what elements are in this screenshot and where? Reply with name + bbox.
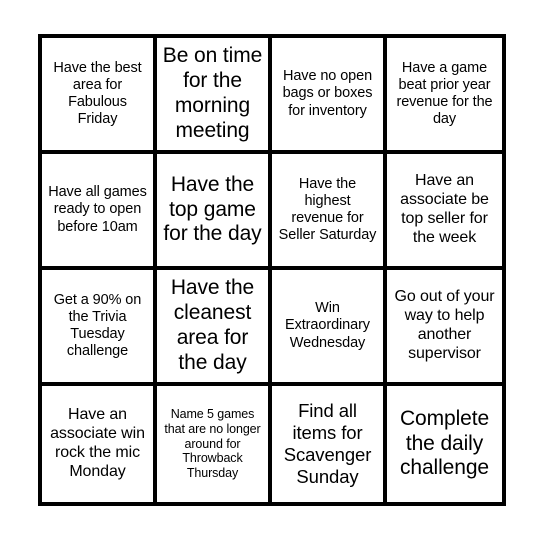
bingo-cell[interactable]: Have an associate be top seller for the … [387,154,502,270]
bingo-cell-text: Go out of your way to help another super… [394,288,495,362]
bingo-cell-text: Have the best area for Fabulous Friday [53,59,142,128]
bingo-card-grid: Have the best area for Fabulous Friday B… [38,34,506,506]
bingo-cell-text: Complete the daily challenge [399,406,490,480]
bingo-cell-text: Win Extraordinary Wednesday [285,300,370,351]
bingo-cell-text: Have the highest revenue for Seller Satu… [278,175,377,244]
bingo-cell-text: Have the top game for the day [163,172,262,246]
bingo-cell[interactable]: Have a game beat prior year revenue for … [387,38,502,154]
bingo-cell[interactable]: Have all games ready to open before 10am [42,154,157,270]
bingo-cell[interactable]: Go out of your way to help another super… [387,270,502,386]
bingo-cell-text: Find all items for Scavenger Sunday [283,400,372,487]
bingo-cell[interactable]: Have the best area for Fabulous Friday [42,38,157,154]
bingo-cell-text: Have an associate win rock the mic Monda… [50,406,145,480]
bingo-cell[interactable]: Complete the daily challenge [387,386,502,502]
bingo-cell-text: Have an associate be top seller for the … [400,172,489,246]
bingo-cell[interactable]: Get a 90% on the Trivia Tuesday challeng… [42,270,157,386]
bingo-cell[interactable]: Have no open bags or boxes for inventory [272,38,387,154]
bingo-cell[interactable]: Have an associate win rock the mic Monda… [42,386,157,502]
bingo-cell-text: Have all games ready to open before 10am [48,184,147,235]
bingo-cell-text: Have a game beat prior year revenue for … [396,59,493,128]
bingo-cell[interactable]: Name 5 games that are no longer around f… [157,386,272,502]
bingo-cell[interactable]: Win Extraordinary Wednesday [272,270,387,386]
bingo-cell[interactable]: Have the top game for the day [157,154,272,270]
bingo-cell[interactable]: Be on time for the morning meeting [157,38,272,154]
bingo-cell[interactable]: Have the cleanest area for the day [157,270,272,386]
bingo-cell[interactable]: Have the highest revenue for Seller Satu… [272,154,387,270]
bingo-cell-text: Have no open bags or boxes for inventory [282,68,373,119]
bingo-cell-text: Get a 90% on the Trivia Tuesday challeng… [53,291,142,360]
bingo-cell[interactable]: Find all items for Scavenger Sunday [272,386,387,502]
bingo-cell-text: Have the cleanest area for the day [170,276,255,374]
bingo-cell-text: Be on time for the morning meeting [162,44,263,142]
bingo-cell-text: Name 5 games that are no longer around f… [164,407,261,481]
